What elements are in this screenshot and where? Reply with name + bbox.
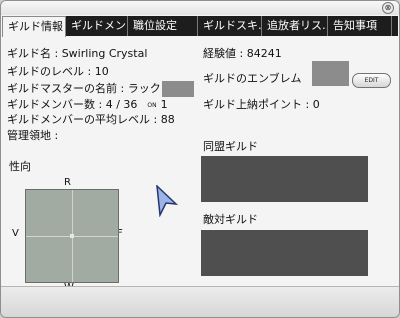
tendency-title: 性向 [9,160,31,173]
title-bar[interactable]: ⊗ [1,1,399,15]
guild-experience: 経験値 : 84241 [203,47,282,60]
guild-master: ギルドマスターの名前 : ラック [7,81,194,97]
online-count: 1 [160,98,168,111]
emblem-label: ギルドのエンブレム [203,72,302,85]
window-footer [1,286,399,317]
tab-expelled-list[interactable]: 追放者リス‥ [262,16,328,36]
guild-window: ⊗ ギルド情報 ギルドメン‥ 職位設定 ギルドスキ‥ 追放者リス‥ 告知事項 ギ… [0,0,400,318]
close-button[interactable]: ⊗ [382,2,394,14]
tendency-left-label: V [12,228,19,239]
member-count-label: ギルドメンバー数 : 4 / 36 [7,98,138,111]
mouse-cursor-icon [156,185,179,217]
tab-guild-members[interactable]: ギルドメン‥ [66,16,128,36]
tithe-points: ギルド上納ポイント : 0 [203,98,320,111]
tab-bar-filler [392,16,398,36]
guild-master-label: ギルドマスターの名前 : ラック [7,82,161,95]
guild-name: ギルド名 : Swirling Crystal [7,47,148,60]
hostile-guild-title: 敵対ギルド [203,213,258,226]
online-tag: ON [147,101,157,109]
guild-level: ギルドのレベル : 10 [7,65,109,78]
tendency-grid [25,189,119,283]
allied-guild-list[interactable] [201,156,368,202]
territory: 管理領地 : [7,129,59,142]
member-count: ギルドメンバー数 : 4 / 36 ON 1 [7,98,168,112]
tab-bar: ギルド情報 ギルドメン‥ 職位設定 ギルドスキ‥ 追放者リス‥ 告知事項 [2,16,398,37]
hostile-guild-list[interactable] [201,230,368,276]
tendency-top-label: R [64,177,71,188]
edit-emblem-button[interactable]: EDIT [352,73,391,88]
tab-guild-info[interactable]: ギルド情報 [2,16,66,37]
allied-guild-title: 同盟ギルド [203,140,258,153]
tab-guild-skills[interactable]: ギルドスキ‥ [198,16,262,36]
tab-notices[interactable]: 告知事項 [328,16,392,36]
tendency-marker [70,234,74,238]
guild-emblem [312,61,349,86]
tab-position-settings[interactable]: 職位設定 [128,16,198,36]
master-name-redacted [161,81,194,97]
average-level: ギルドメンバーの平均レベル : 88 [7,113,175,126]
